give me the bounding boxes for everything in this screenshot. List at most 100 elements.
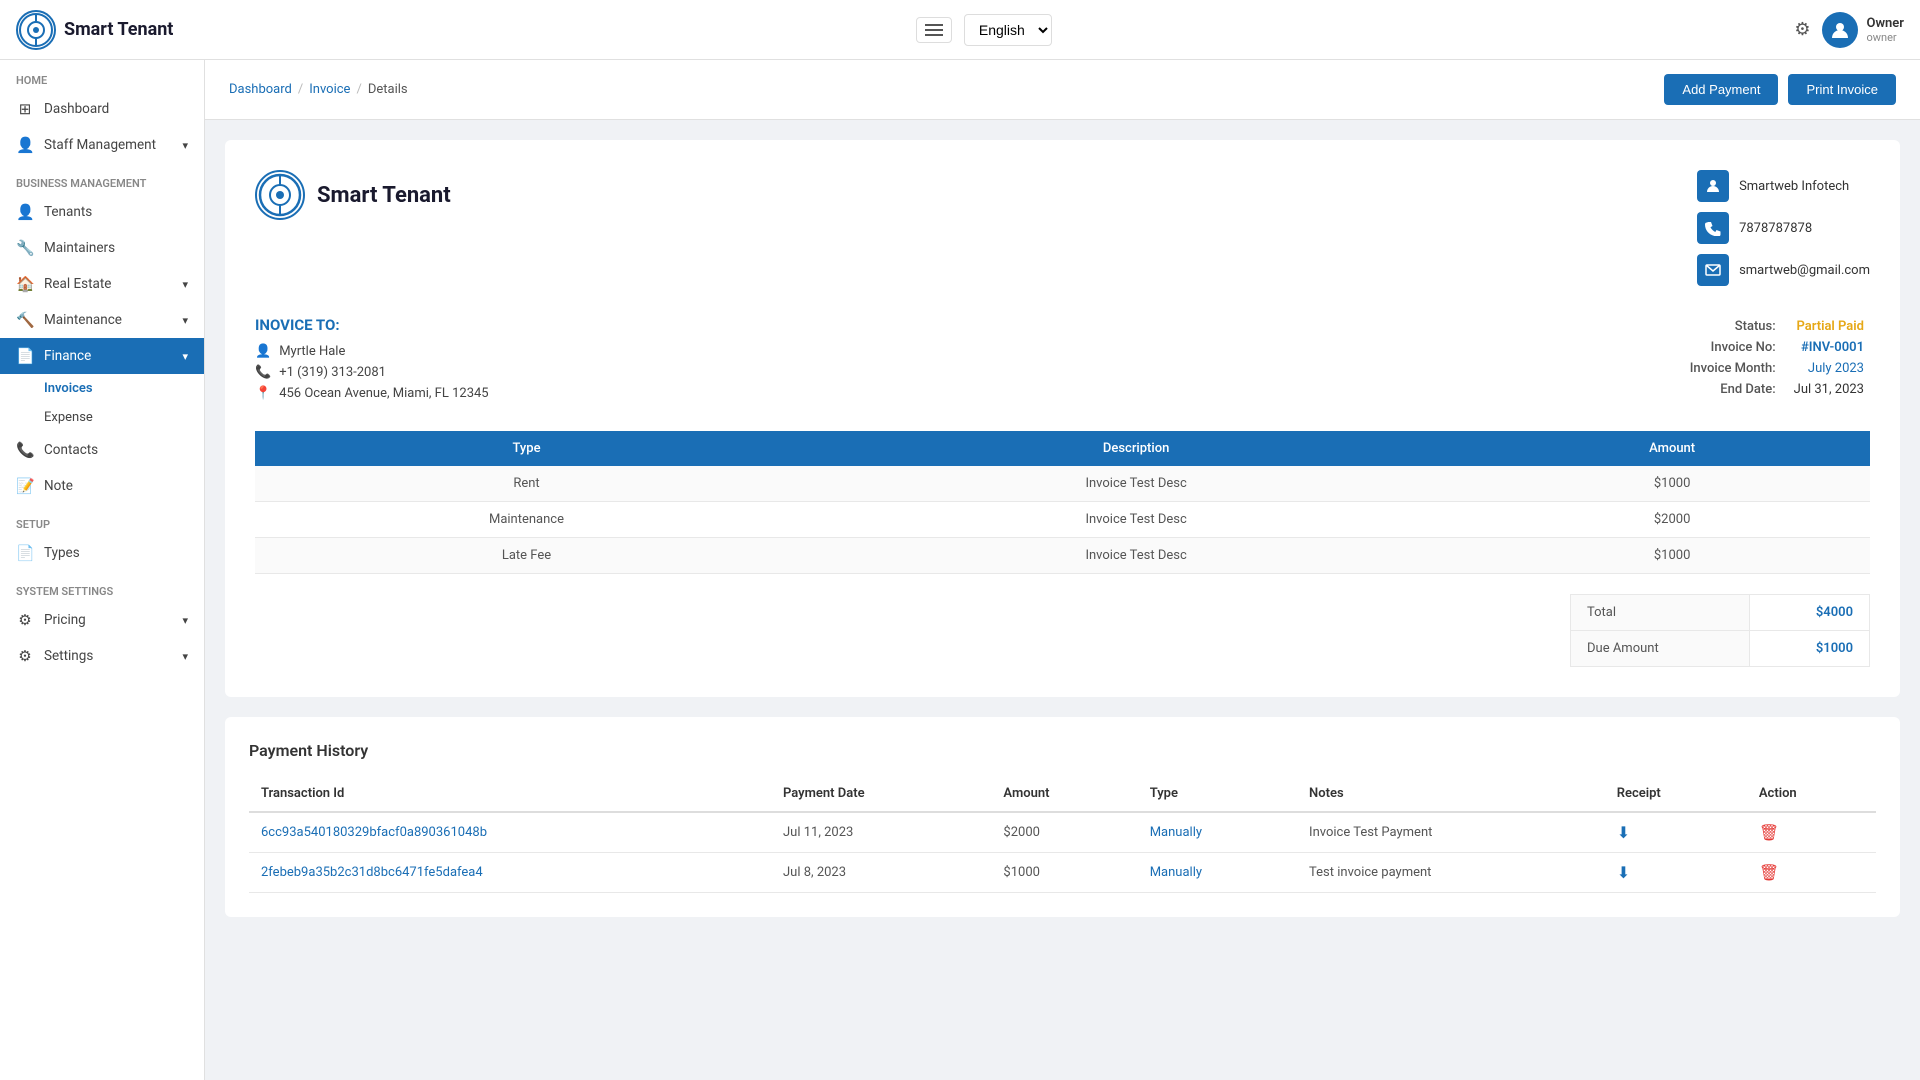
contacts-icon: 📞 xyxy=(16,441,34,459)
sidebar-item-dashboard[interactable]: ⊞ Dashboard xyxy=(0,91,204,127)
client-phone-row: 📞 +1 (319) 313-2081 xyxy=(255,365,489,380)
chevron-down-icon: ▾ xyxy=(182,614,188,627)
end-date-value: Jul 31, 2023 xyxy=(1782,379,1870,400)
payment-history-title: Payment History xyxy=(249,741,1876,760)
breadcrumb-current: Details xyxy=(368,82,408,97)
finance-icon: 📄 xyxy=(16,347,34,365)
invoice-to-section: INOVICE TO: 👤 Myrtle Hale 📞 +1 (319) 313… xyxy=(255,316,1870,407)
action-delete[interactable]: 🗑 xyxy=(1747,853,1876,893)
client-address-row: 📍 456 Ocean Avenue, Miami, FL 12345 xyxy=(255,386,489,401)
invoice-meta: Status: Partial Paid Invoice No: #INV-00… xyxy=(1684,316,1870,400)
row-description: Invoice Test Desc xyxy=(798,502,1474,538)
sidebar-item-staff[interactable]: 👤 Staff Management ▾ xyxy=(0,127,204,163)
row-type: Late Fee xyxy=(255,538,798,574)
total-label: Total xyxy=(1571,595,1750,631)
invoice-to-details: INOVICE TO: 👤 Myrtle Hale 📞 +1 (319) 313… xyxy=(255,316,489,407)
payment-amount: $2000 xyxy=(991,812,1137,853)
add-payment-button[interactable]: Add Payment xyxy=(1664,74,1778,105)
ph-col-receipt: Receipt xyxy=(1605,776,1747,812)
sidebar-section-setup: Setup xyxy=(0,504,204,535)
transaction-id: 6cc93a540180329bfacf0a890361048b xyxy=(249,812,771,853)
col-type: Type xyxy=(255,431,798,466)
payment-notes: Invoice Test Payment xyxy=(1297,812,1605,853)
email-icon xyxy=(1697,254,1729,286)
client-address: 456 Ocean Avenue, Miami, FL 12345 xyxy=(279,386,488,401)
breadcrumb-invoice[interactable]: Invoice xyxy=(309,82,350,97)
sidebar-item-contacts[interactable]: 📞 Contacts xyxy=(0,432,204,468)
phone-small-icon: 📞 xyxy=(255,365,271,380)
payment-notes: Test invoice payment xyxy=(1297,853,1605,893)
staff-icon: 👤 xyxy=(16,136,34,154)
client-name-row: 👤 Myrtle Hale xyxy=(255,344,489,359)
user-name: Owner xyxy=(1866,16,1904,31)
sidebar-item-pricing-label: Pricing xyxy=(44,612,86,628)
payment-history-card: Payment History Transaction Id Payment D… xyxy=(225,717,1900,917)
receipt-download[interactable]: ⬇ xyxy=(1605,853,1747,893)
maintainers-icon: 🔧 xyxy=(16,239,34,257)
action-buttons: Add Payment Print Invoice xyxy=(1664,74,1896,105)
breadcrumb-dashboard[interactable]: Dashboard xyxy=(229,82,292,97)
breadcrumb-sep2: / xyxy=(356,82,361,97)
language-select[interactable]: English xyxy=(964,14,1052,46)
col-description: Description xyxy=(798,431,1474,466)
payment-table-row: 2febeb9a35b2c31d8bc6471fe5dafea4 Jul 8, … xyxy=(249,853,1876,893)
person-small-icon: 👤 xyxy=(255,344,271,359)
contact-row-phone: 7878787878 xyxy=(1697,212,1870,244)
due-amount-label: Due Amount xyxy=(1571,631,1750,667)
contact-row-email: smartweb@gmail.com xyxy=(1697,254,1870,286)
app-title: Smart Tenant xyxy=(64,19,173,40)
gear-icon-button[interactable]: ⚙ xyxy=(1794,19,1810,40)
row-type: Rent xyxy=(255,466,798,502)
pricing-icon: ⚙ xyxy=(16,611,34,629)
table-row: Late Fee Invoice Test Desc $1000 xyxy=(255,538,1870,574)
sidebar-item-invoices[interactable]: Invoices xyxy=(0,374,204,403)
sidebar-item-types[interactable]: 📄 Types xyxy=(0,535,204,571)
delete-icon[interactable]: 🗑 xyxy=(1759,823,1779,842)
sidebar-item-real-estate-label: Real Estate xyxy=(44,276,111,292)
sidebar-item-maintenance[interactable]: 🔨 Maintenance ▾ xyxy=(0,302,204,338)
payment-history-table: Transaction Id Payment Date Amount Type … xyxy=(249,776,1876,893)
invoice-table: Type Description Amount Rent Invoice Tes… xyxy=(255,431,1870,574)
sidebar-item-expense-label: Expense xyxy=(44,410,93,425)
payment-amount: $1000 xyxy=(991,853,1137,893)
user-name-block: Owner owner xyxy=(1866,16,1904,44)
sidebar-item-dashboard-label: Dashboard xyxy=(44,101,109,117)
action-delete[interactable]: 🗑 xyxy=(1747,812,1876,853)
logo: Smart Tenant xyxy=(16,10,173,50)
sidebar-item-real-estate[interactable]: 🏠 Real Estate ▾ xyxy=(0,266,204,302)
sidebar-item-maintainers[interactable]: 🔧 Maintainers xyxy=(0,230,204,266)
company-email: smartweb@gmail.com xyxy=(1739,263,1870,278)
user-info: Owner owner xyxy=(1822,12,1904,48)
note-icon: 📝 xyxy=(16,477,34,495)
sidebar-item-maintainers-label: Maintainers xyxy=(44,240,115,256)
delete-icon[interactable]: 🗑 xyxy=(1759,863,1779,882)
sidebar-section-business: Business Management xyxy=(0,163,204,194)
maintenance-icon: 🔨 xyxy=(16,311,34,329)
sidebar-item-expense[interactable]: Expense xyxy=(0,403,204,432)
totals-table: Total $4000 Due Amount $1000 xyxy=(1570,594,1870,667)
sidebar-section-system: System Settings xyxy=(0,571,204,602)
download-icon[interactable]: ⬇ xyxy=(1617,823,1630,842)
sidebar-item-finance[interactable]: 📄 Finance ▾ xyxy=(0,338,204,374)
sidebar-item-contacts-label: Contacts xyxy=(44,442,98,458)
status-label: Status: xyxy=(1684,316,1782,337)
hamburger-button[interactable] xyxy=(916,17,952,43)
sidebar-item-tenants-label: Tenants xyxy=(44,204,92,220)
page-header: Dashboard / Invoice / Details Add Paymen… xyxy=(205,60,1920,120)
receipt-download[interactable]: ⬇ xyxy=(1605,812,1747,853)
invoice-no-label: Invoice No: xyxy=(1684,337,1782,358)
sidebar-item-pricing[interactable]: ⚙ Pricing ▾ xyxy=(0,602,204,638)
row-amount: $2000 xyxy=(1474,502,1870,538)
transaction-id: 2febeb9a35b2c31d8bc6471fe5dafea4 xyxy=(249,853,771,893)
sidebar-item-settings[interactable]: ⚙ Settings ▾ xyxy=(0,638,204,674)
sidebar-item-tenants[interactable]: 👤 Tenants xyxy=(0,194,204,230)
print-invoice-button[interactable]: Print Invoice xyxy=(1788,74,1896,105)
invoice-header: Smart Tenant Smartweb Infotech xyxy=(255,170,1870,286)
sidebar-item-note-label: Note xyxy=(44,478,73,494)
payment-date: Jul 11, 2023 xyxy=(771,812,991,853)
download-icon[interactable]: ⬇ xyxy=(1617,863,1630,882)
invoice-logo: Smart Tenant xyxy=(255,170,451,220)
sidebar-item-note[interactable]: 📝 Note xyxy=(0,468,204,504)
total-value: $4000 xyxy=(1750,595,1870,631)
sidebar-item-invoices-label: Invoices xyxy=(44,381,93,396)
